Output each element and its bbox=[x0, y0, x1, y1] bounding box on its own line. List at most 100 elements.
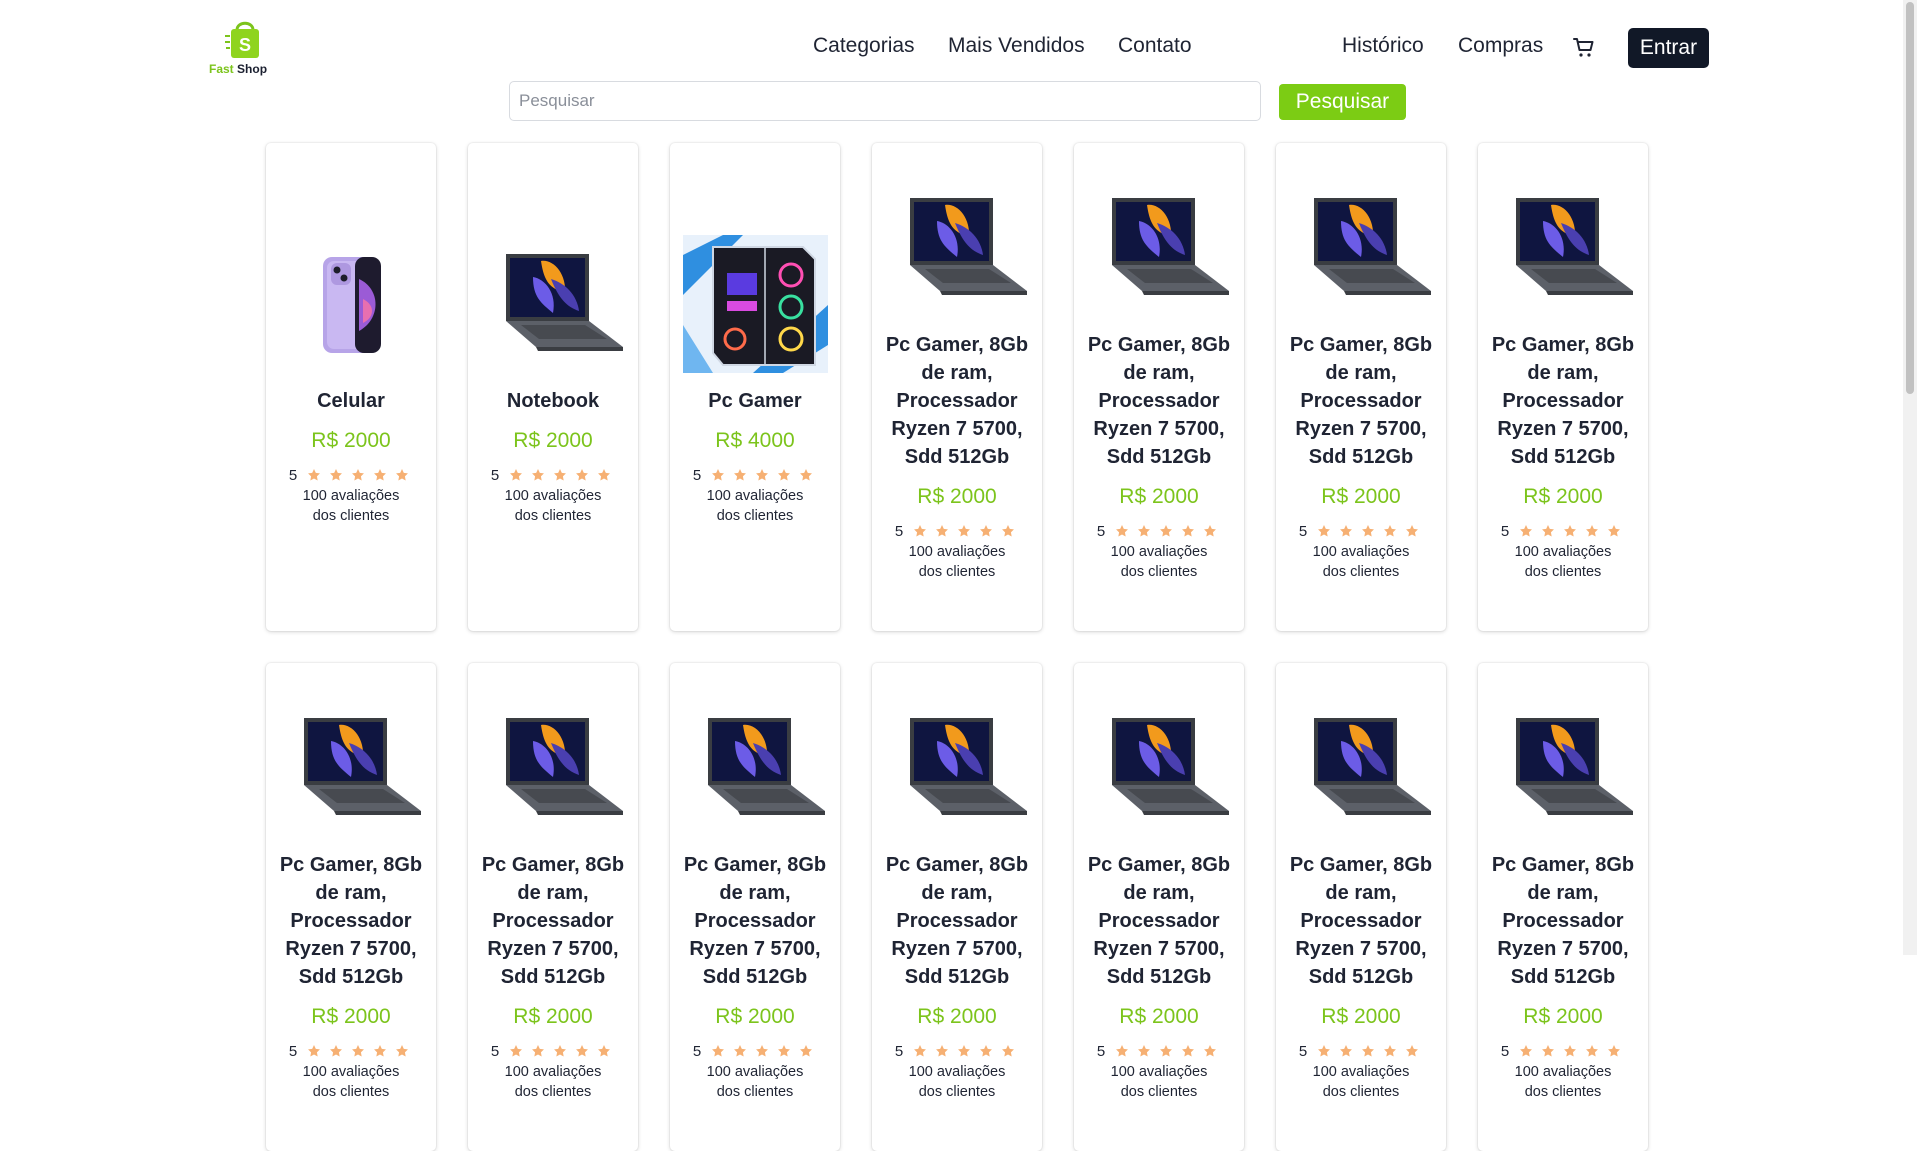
product-card[interactable]: Pc Gamer, 8Gb de ram, Processador Ryzen … bbox=[1478, 663, 1648, 1151]
star-icon bbox=[396, 469, 409, 481]
star-icon bbox=[1182, 1045, 1195, 1057]
product-card[interactable]: Notebook R$ 2000 5 100 avaliações dos cl… bbox=[468, 143, 638, 631]
phone-image-icon bbox=[323, 256, 381, 353]
product-image bbox=[885, 713, 1030, 823]
shopping-cart-icon[interactable] bbox=[1572, 36, 1596, 60]
scrollbar-thumb[interactable] bbox=[1906, 2, 1914, 394]
product-title: Pc Gamer, 8Gb de ram, Processador Ryzen … bbox=[885, 333, 1029, 468]
product-rating: 5 bbox=[491, 467, 615, 484]
product-reviews: 100 avaliações dos clientes bbox=[504, 487, 602, 524]
rating-value: 5 bbox=[1298, 522, 1308, 540]
product-title: Pc Gamer bbox=[708, 389, 802, 412]
star-icon bbox=[778, 1045, 791, 1057]
product-card[interactable]: Pc Gamer, 8Gb de ram, Processador Ryzen … bbox=[670, 663, 840, 1151]
product-card[interactable]: Pc Gamer, 8Gb de ram, Processador Ryzen … bbox=[872, 143, 1042, 631]
star-icon bbox=[1204, 525, 1217, 537]
star-icon bbox=[914, 1045, 927, 1057]
product-reviews: 100 avaliações dos clientes bbox=[1514, 1063, 1612, 1100]
product-card[interactable]: Celular R$ 2000 5 100 avaliações dos cli… bbox=[266, 143, 436, 631]
product-card[interactable]: Pc Gamer, 8Gb de ram, Processador Ryzen … bbox=[1074, 663, 1244, 1151]
product-card[interactable]: Pc Gamer, 8Gb de ram, Processador Ryzen … bbox=[1074, 143, 1244, 631]
product-image bbox=[1087, 193, 1232, 303]
star-icon bbox=[1542, 525, 1555, 537]
product-image bbox=[1491, 193, 1636, 303]
scrollbar[interactable] bbox=[1903, 0, 1917, 955]
rating-stars bbox=[303, 1044, 413, 1058]
rating-value: 5 bbox=[490, 1042, 500, 1060]
star-icon bbox=[374, 1045, 387, 1057]
product-price: R$ 2000 bbox=[513, 1004, 593, 1028]
product-image bbox=[885, 193, 1030, 303]
product-card[interactable]: Pc Gamer, 8Gb de ram, Processador Ryzen … bbox=[468, 663, 638, 1151]
product-card[interactable]: Pc Gamer, 8Gb de ram, Processador Ryzen … bbox=[266, 663, 436, 1151]
nav-contato[interactable]: Contato bbox=[1118, 34, 1192, 58]
star-icon bbox=[712, 469, 725, 481]
product-image bbox=[1491, 713, 1636, 823]
star-icon bbox=[1204, 1045, 1217, 1057]
star-icon bbox=[1608, 525, 1621, 537]
rating-value: 5 bbox=[692, 466, 702, 484]
star-icon bbox=[1608, 1045, 1621, 1057]
rating-stars bbox=[1313, 524, 1423, 538]
star-icon bbox=[778, 469, 791, 481]
nav-compras[interactable]: Compras bbox=[1458, 34, 1543, 58]
product-card[interactable]: Pc Gamer, 8Gb de ram, Processador Ryzen … bbox=[1478, 143, 1648, 631]
star-icon bbox=[1586, 525, 1599, 537]
star-icon bbox=[958, 1045, 971, 1057]
product-rating: 5 bbox=[289, 467, 413, 484]
nav-categorias[interactable]: Categorias bbox=[813, 34, 915, 58]
nav-mais-vendidos[interactable]: Mais Vendidos bbox=[948, 34, 1085, 58]
star-icon bbox=[1340, 1045, 1353, 1057]
product-rating: 5 bbox=[1501, 1043, 1625, 1060]
search-input[interactable] bbox=[509, 81, 1261, 121]
rating-stars bbox=[505, 1044, 615, 1058]
product-reviews: 100 avaliações dos clientes bbox=[706, 1063, 804, 1100]
search-button[interactable]: Pesquisar bbox=[1279, 84, 1406, 120]
nav-historico[interactable]: Histórico bbox=[1342, 34, 1424, 58]
star-icon bbox=[712, 1045, 725, 1057]
product-title: Notebook bbox=[506, 389, 600, 412]
star-icon bbox=[1002, 525, 1015, 537]
product-card[interactable]: Pc Gamer R$ 4000 5 100 avaliações dos cl… bbox=[670, 143, 840, 631]
laptop-image-icon bbox=[505, 253, 623, 351]
rating-stars bbox=[1515, 1044, 1625, 1058]
product-reviews: 100 avaliações dos clientes bbox=[302, 487, 400, 524]
product-reviews: 100 avaliações dos clientes bbox=[1110, 1063, 1208, 1100]
rating-value: 5 bbox=[1096, 522, 1106, 540]
product-card[interactable]: Pc Gamer, 8Gb de ram, Processador Ryzen … bbox=[872, 663, 1042, 1151]
rating-stars bbox=[707, 468, 817, 482]
logo[interactable]: S Fast Shop bbox=[209, 14, 279, 78]
logo-fast: Fast bbox=[209, 62, 234, 76]
product-title: Pc Gamer, 8Gb de ram, Processador Ryzen … bbox=[1491, 333, 1635, 468]
product-card[interactable]: Pc Gamer, 8Gb de ram, Processador Ryzen … bbox=[1276, 663, 1446, 1151]
logo-letter: S bbox=[239, 35, 251, 55]
star-icon bbox=[352, 469, 365, 481]
star-icon bbox=[1564, 1045, 1577, 1057]
product-price: R$ 2000 bbox=[311, 428, 391, 452]
star-icon bbox=[1406, 525, 1419, 537]
product-price: R$ 2000 bbox=[1523, 484, 1603, 508]
rating-stars bbox=[909, 524, 1019, 538]
login-button[interactable]: Entrar bbox=[1628, 28, 1709, 68]
rating-value: 5 bbox=[288, 466, 298, 484]
product-price: R$ 4000 bbox=[715, 428, 795, 452]
star-icon bbox=[510, 1045, 523, 1057]
product-title: Pc Gamer, 8Gb de ram, Processador Ryzen … bbox=[683, 853, 827, 988]
product-title: Pc Gamer, 8Gb de ram, Processador Ryzen … bbox=[1491, 853, 1635, 988]
product-rating: 5 bbox=[895, 523, 1019, 540]
star-icon bbox=[1362, 1045, 1375, 1057]
product-price: R$ 2000 bbox=[1119, 1004, 1199, 1028]
product-title: Celular bbox=[317, 389, 385, 412]
product-title: Pc Gamer, 8Gb de ram, Processador Ryzen … bbox=[481, 853, 625, 988]
shopping-bag-logo-icon: S bbox=[225, 21, 259, 58]
rating-stars bbox=[1515, 524, 1625, 538]
star-icon bbox=[936, 1045, 949, 1057]
star-icon bbox=[914, 525, 927, 537]
product-image bbox=[279, 713, 424, 823]
product-reviews: 100 avaliações dos clientes bbox=[1110, 543, 1208, 580]
rating-value: 5 bbox=[288, 1042, 298, 1060]
product-card[interactable]: Pc Gamer, 8Gb de ram, Processador Ryzen … bbox=[1276, 143, 1446, 631]
rating-stars bbox=[707, 1044, 817, 1058]
product-price: R$ 2000 bbox=[917, 484, 997, 508]
laptop-image-icon bbox=[505, 717, 623, 815]
